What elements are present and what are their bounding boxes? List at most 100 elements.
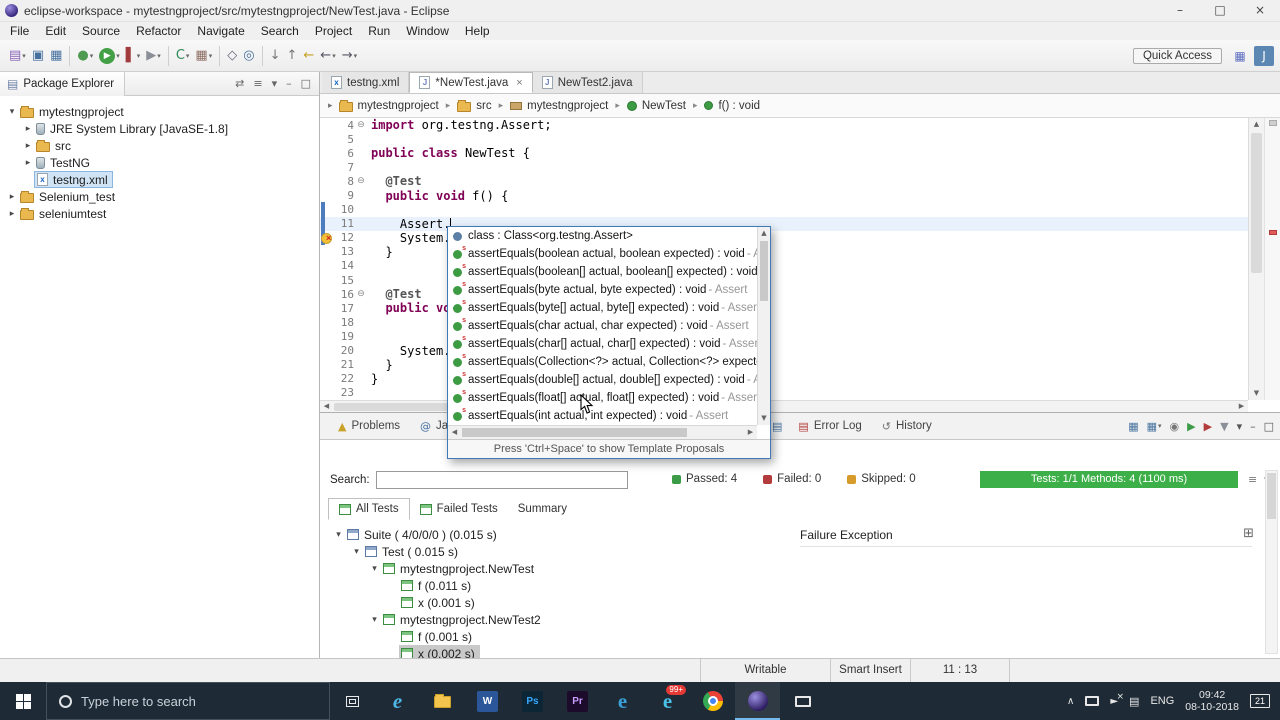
new-wizard-icon[interactable]: ▤ ▾	[7, 44, 28, 68]
popup-vertical-scroll-thumb[interactable]	[760, 241, 768, 301]
clock[interactable]: 09:42 08-10-2018	[1185, 689, 1239, 713]
proposal-item[interactable]: assertEquals(float[] actual, float[] exp…	[448, 389, 757, 407]
test-tree-item[interactable]: f (0.011 s)	[324, 577, 546, 594]
tree-item[interactable]: ▸ Selenium_test	[0, 188, 319, 205]
menu-run[interactable]: Run	[360, 24, 398, 38]
proposal-item[interactable]: assertEquals(double[] actual, double[] e…	[448, 371, 757, 389]
taskbar-search[interactable]: Type here to search	[46, 682, 330, 720]
quick-access-button[interactable]: Quick Access	[1132, 47, 1222, 64]
last-edit-location-icon[interactable]: ←	[301, 44, 316, 68]
results-scroll-thumb[interactable]	[1267, 473, 1276, 519]
scroll-left-icon[interactable]: ◀	[320, 401, 333, 412]
fold-icon[interactable]: ⊖	[354, 176, 368, 186]
back-icon[interactable]: ← ▾	[318, 44, 337, 68]
language-indicator[interactable]: ENG	[1150, 695, 1174, 707]
display-tray-icon[interactable]	[1085, 696, 1100, 706]
link-with-editor-icon[interactable]: ⇄	[235, 77, 244, 90]
maximize-icon[interactable]: □	[301, 77, 311, 90]
code-line[interactable]: 7	[320, 160, 1248, 174]
open-type-icon[interactable]: ◇	[225, 44, 239, 68]
pin-console-icon[interactable]: ◉	[1170, 420, 1180, 433]
maximize-icon[interactable]: □	[1264, 420, 1274, 433]
tree-item[interactable]: ▾ mytestngproject	[0, 103, 319, 120]
java-perspective-icon[interactable]: J	[1254, 45, 1274, 66]
vertical-scroll-thumb[interactable]	[1251, 133, 1262, 273]
scroll-up-icon[interactable]: ▲	[1249, 118, 1264, 131]
photoshop-icon[interactable]: Ps	[510, 682, 555, 720]
new-java-package-icon[interactable]: ▦ ▾	[193, 44, 214, 68]
minimize-button[interactable]: –	[1160, 0, 1200, 22]
popup-scroll-left-icon[interactable]: ◀	[448, 426, 461, 439]
debug-icon[interactable]: ● ▾	[75, 44, 95, 68]
forward-icon[interactable]: → ▾	[340, 44, 359, 68]
code-line[interactable]: 9 public void f() {	[320, 188, 1248, 203]
proposal-item[interactable]: assertEquals(char[] actual, char[] expec…	[448, 335, 757, 353]
eclipse-icon[interactable]	[735, 682, 780, 720]
proposal-item[interactable]: assertEquals(Collection<?> actual, Colle…	[448, 353, 757, 371]
tree-item[interactable]: ▸ TestNG	[0, 154, 319, 171]
code-line[interactable]: 5	[320, 132, 1248, 146]
external-tools-icon[interactable]: ▶ ▾	[144, 44, 163, 68]
test-tree-item[interactable]: f (0.001 s)	[324, 628, 546, 645]
display-console-icon[interactable]: ▦	[1128, 420, 1138, 433]
proposal-item[interactable]: assertEquals(char actual, char expected)…	[448, 317, 757, 335]
test-tree-item[interactable]: ▾ mytestngproject.NewTest2	[324, 611, 546, 628]
view-menu-icon[interactable]: ▾	[1237, 420, 1243, 433]
tree-item[interactable]: ▸ seleniumtest	[0, 205, 319, 222]
editor-vertical-scrollbar[interactable]: ▲ ▼	[1248, 118, 1264, 400]
tab-problems[interactable]: ▲ Problems	[328, 414, 410, 439]
results-tab-all-tests[interactable]: All Tests	[328, 498, 410, 520]
test-tree-item[interactable]: x (0.001 s)	[324, 594, 546, 611]
tree-item[interactable]: ▸ JRE System Library [JavaSE-1.8]	[0, 120, 319, 137]
rerun-test-icon[interactable]: ▶	[1187, 420, 1195, 433]
scroll-right-icon[interactable]: ▶	[1235, 401, 1248, 412]
close-button[interactable]: ×	[1240, 0, 1280, 22]
popup-vertical-scrollbar[interactable]: ▲ ▼	[757, 227, 770, 425]
editor-tab[interactable]: J NewTest2.java	[532, 72, 643, 93]
collapse-all-icon[interactable]: ≡	[253, 77, 262, 90]
error-marker[interactable]	[1269, 230, 1277, 235]
code-line[interactable]: 8 ⊖ @Test	[320, 174, 1248, 188]
failure-detail-grid-icon[interactable]: ⊞	[1243, 526, 1254, 541]
breadcrumb-item[interactable]: NewTest	[626, 100, 686, 112]
menu-help[interactable]: Help	[457, 24, 498, 38]
proposal-item[interactable]: assertEquals(byte actual, byte expected)…	[448, 281, 757, 299]
editor-tab[interactable]: J *NewTest.java ×	[409, 72, 533, 93]
console-icon[interactable]: ▤	[772, 420, 782, 433]
menu-source[interactable]: Source	[74, 24, 128, 38]
breadcrumb-item[interactable]: mytestngproject	[338, 99, 439, 112]
code-line[interactable]: 4 ⊖ import org.testng.Assert;	[320, 118, 1248, 132]
edge-icon[interactable]: e	[375, 682, 420, 720]
rerun-failed-tests-icon[interactable]: ▶	[1204, 420, 1212, 433]
proposal-item[interactable]: assertEquals(int actual, int expected) :…	[448, 407, 757, 425]
popup-horizontal-scrollbar[interactable]: ◀ ▶	[448, 425, 757, 439]
fold-icon[interactable]: ⊖	[354, 120, 368, 130]
save-icon[interactable]: ▣	[30, 44, 46, 68]
overview-ruler[interactable]	[1264, 118, 1280, 400]
breadcrumb-item[interactable]: mytestngproject	[510, 100, 608, 112]
search-icon[interactable]: ◎	[241, 44, 256, 68]
new-java-class-icon[interactable]: C ▾	[174, 44, 192, 68]
word-icon[interactable]: W	[465, 682, 510, 720]
open-perspective-icon[interactable]: ▦	[1230, 46, 1250, 66]
next-annotation-icon[interactable]: ↓	[268, 44, 283, 68]
minimize-icon[interactable]: –	[286, 77, 292, 90]
results-menu-icon[interactable]: ≡	[1248, 473, 1257, 486]
editor-tab[interactable]: x testng.xml	[322, 72, 410, 93]
previous-annotation-icon[interactable]: ↑	[284, 44, 299, 68]
run-icon[interactable]: ▶ ▾	[97, 44, 122, 68]
browser-badge-icon[interactable]: e 99+	[645, 682, 690, 720]
tab-history[interactable]: ↺ History	[872, 414, 942, 439]
proposal-item[interactable]: assertEquals(byte[] actual, byte[] expec…	[448, 299, 757, 317]
test-tree-item[interactable]: ▾ mytestngproject.NewTest	[324, 560, 546, 577]
tab-error-log[interactable]: ▤ Error Log	[788, 414, 871, 439]
tree-item[interactable]: ▸ src	[0, 137, 319, 154]
popup-scroll-down-icon[interactable]: ▼	[758, 412, 770, 425]
notification-center[interactable]: 21	[1250, 694, 1270, 708]
menu-file[interactable]: File	[2, 24, 37, 38]
task-view-icon[interactable]	[330, 682, 375, 720]
save-all-icon[interactable]: ▦	[48, 44, 64, 68]
breadcrumb-toggle-icon[interactable]: ▸	[328, 101, 333, 111]
filter-icon[interactable]: ▼	[1220, 420, 1228, 433]
premiere-icon[interactable]: Pr	[555, 682, 600, 720]
